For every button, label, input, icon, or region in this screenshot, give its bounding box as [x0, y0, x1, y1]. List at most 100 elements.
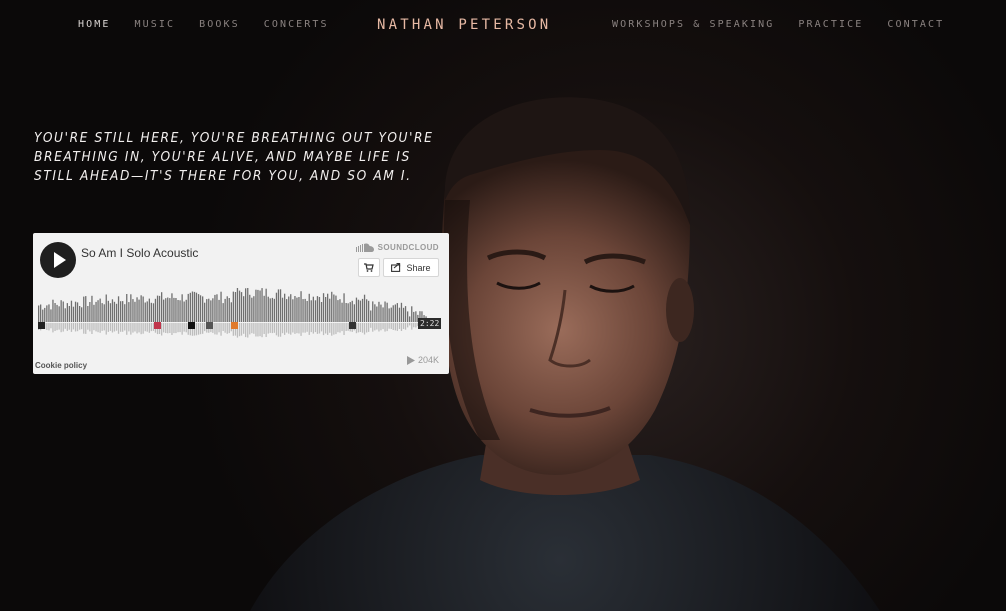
waveform-bar-reflection — [64, 323, 66, 329]
waveform-bar — [138, 299, 140, 322]
waveform-bar — [193, 291, 196, 322]
waveform-bar-reflection — [269, 323, 271, 333]
comment-avatar[interactable] — [231, 322, 238, 329]
waveform-bar-reflection — [302, 323, 304, 333]
waveform-bar-reflection — [105, 323, 107, 335]
waveform-bar — [66, 303, 68, 322]
waveform-bar-reflection — [325, 323, 327, 334]
nav-link-workshops-speaking[interactable]: Workshops & Speaking — [612, 19, 774, 30]
site-title[interactable]: NATHAN PETERSON — [377, 17, 551, 33]
waveform-bar — [210, 300, 212, 322]
waveform-bar-reflection — [255, 323, 257, 337]
track-title[interactable]: So Am I Solo Acoustic — [81, 246, 198, 260]
waveform-bar-reflection — [56, 323, 58, 331]
waveform-bar-reflection — [48, 323, 50, 331]
nav-link-practice[interactable]: Practice — [798, 19, 863, 30]
waveform-bar-reflection — [277, 323, 280, 337]
waveform-bar — [179, 300, 181, 322]
waveform-bar — [58, 306, 60, 322]
waveform-bar — [185, 299, 187, 322]
waveform-bar — [351, 300, 353, 322]
comment-avatar[interactable] — [349, 322, 356, 329]
waveform-bar-reflection — [111, 323, 114, 333]
waveform-bar-reflection — [335, 323, 337, 335]
waveform-bar-reflection — [224, 323, 226, 333]
waveform-bar-reflection — [286, 323, 288, 333]
waveform-bar — [111, 299, 114, 322]
waveform-bar — [325, 297, 327, 322]
nav-link-home[interactable]: Home — [78, 19, 110, 30]
play-button[interactable] — [40, 242, 76, 278]
waveform-bar — [40, 304, 42, 322]
waveform-bar — [298, 297, 300, 322]
waveform-bar-reflection — [152, 323, 155, 331]
waveform-bar-reflection — [304, 323, 306, 333]
waveform-bar-reflection — [363, 323, 366, 335]
waveform-bar-reflection — [228, 323, 230, 334]
waveform-bar — [120, 301, 122, 322]
waveform-bar — [267, 296, 269, 322]
waveform-bar-reflection — [380, 323, 382, 331]
waveform-bar-reflection — [267, 323, 269, 334]
waveform-bar — [222, 303, 224, 322]
waveform-bar — [380, 304, 382, 322]
waveform-bar-reflection — [204, 323, 206, 332]
waveform-bar — [181, 294, 183, 322]
waveform-bar — [228, 298, 230, 322]
waveform-bar — [353, 304, 355, 322]
waveform-bar-reflection — [214, 323, 216, 335]
waveform-bar-reflection — [259, 323, 261, 337]
waveform-bar — [306, 301, 308, 322]
waveform-bar — [214, 294, 216, 322]
waveform-bar — [277, 289, 280, 322]
waveform-bar-reflection — [216, 323, 218, 335]
waveform-bar — [407, 311, 409, 322]
waveform-bar-reflection — [103, 323, 105, 331]
waveform-bar — [273, 298, 275, 322]
waveform-bar — [259, 290, 261, 322]
waveform-bar-reflection — [93, 323, 95, 331]
comment-avatar[interactable] — [154, 322, 161, 329]
waveform-bar-reflection — [251, 323, 253, 334]
nav-link-music[interactable]: Music — [134, 19, 175, 30]
waveform-bar-reflection — [197, 323, 200, 335]
waveform-bar — [374, 304, 376, 322]
waveform-bar-reflection — [58, 323, 60, 330]
waveform-bar — [224, 298, 226, 322]
comment-avatar[interactable] — [38, 322, 45, 329]
waveform-bar — [372, 301, 374, 322]
waveform-bar-reflection — [357, 323, 360, 333]
waveform-bar-reflection — [404, 323, 407, 330]
cookie-policy-link[interactable]: Cookie policy — [35, 361, 87, 370]
comment-avatar[interactable] — [188, 322, 195, 329]
waveform-bar — [117, 296, 120, 322]
soundcloud-logo[interactable]: SOUNDCLOUD — [355, 243, 439, 252]
waveform-bar — [140, 295, 142, 322]
waveform-bar-reflection — [372, 323, 374, 332]
waveform-bar-reflection — [124, 323, 126, 331]
waveform-bar-reflection — [298, 323, 300, 334]
waveform-bar — [50, 309, 52, 322]
waveform-bar — [296, 297, 298, 322]
waveform-bar-reflection — [316, 323, 319, 334]
waveform-bar-reflection — [218, 323, 220, 333]
nav-link-books[interactable]: Books — [199, 19, 240, 30]
comment-avatar[interactable] — [206, 322, 213, 329]
waveform-bar-reflection — [62, 323, 64, 332]
waveform-bar-reflection — [46, 323, 48, 330]
waveform-bar-reflection — [284, 323, 286, 335]
waveform-bar-reflection — [407, 323, 409, 328]
share-button[interactable]: Share — [383, 258, 439, 277]
waveform-bar — [288, 296, 290, 322]
nav-link-contact[interactable]: Contact — [887, 19, 944, 30]
waveform-bar — [378, 301, 380, 322]
waveform-scrubber[interactable] — [38, 288, 444, 348]
waveform-bar — [148, 298, 150, 322]
waveform-bar-reflection — [238, 323, 241, 337]
waveform-bar — [304, 298, 306, 322]
waveform-bar — [70, 300, 73, 322]
buy-button[interactable] — [358, 258, 380, 277]
waveform-bar-reflection — [126, 323, 128, 335]
waveform-bar — [189, 292, 191, 322]
nav-link-concerts[interactable]: Concerts — [264, 19, 329, 30]
